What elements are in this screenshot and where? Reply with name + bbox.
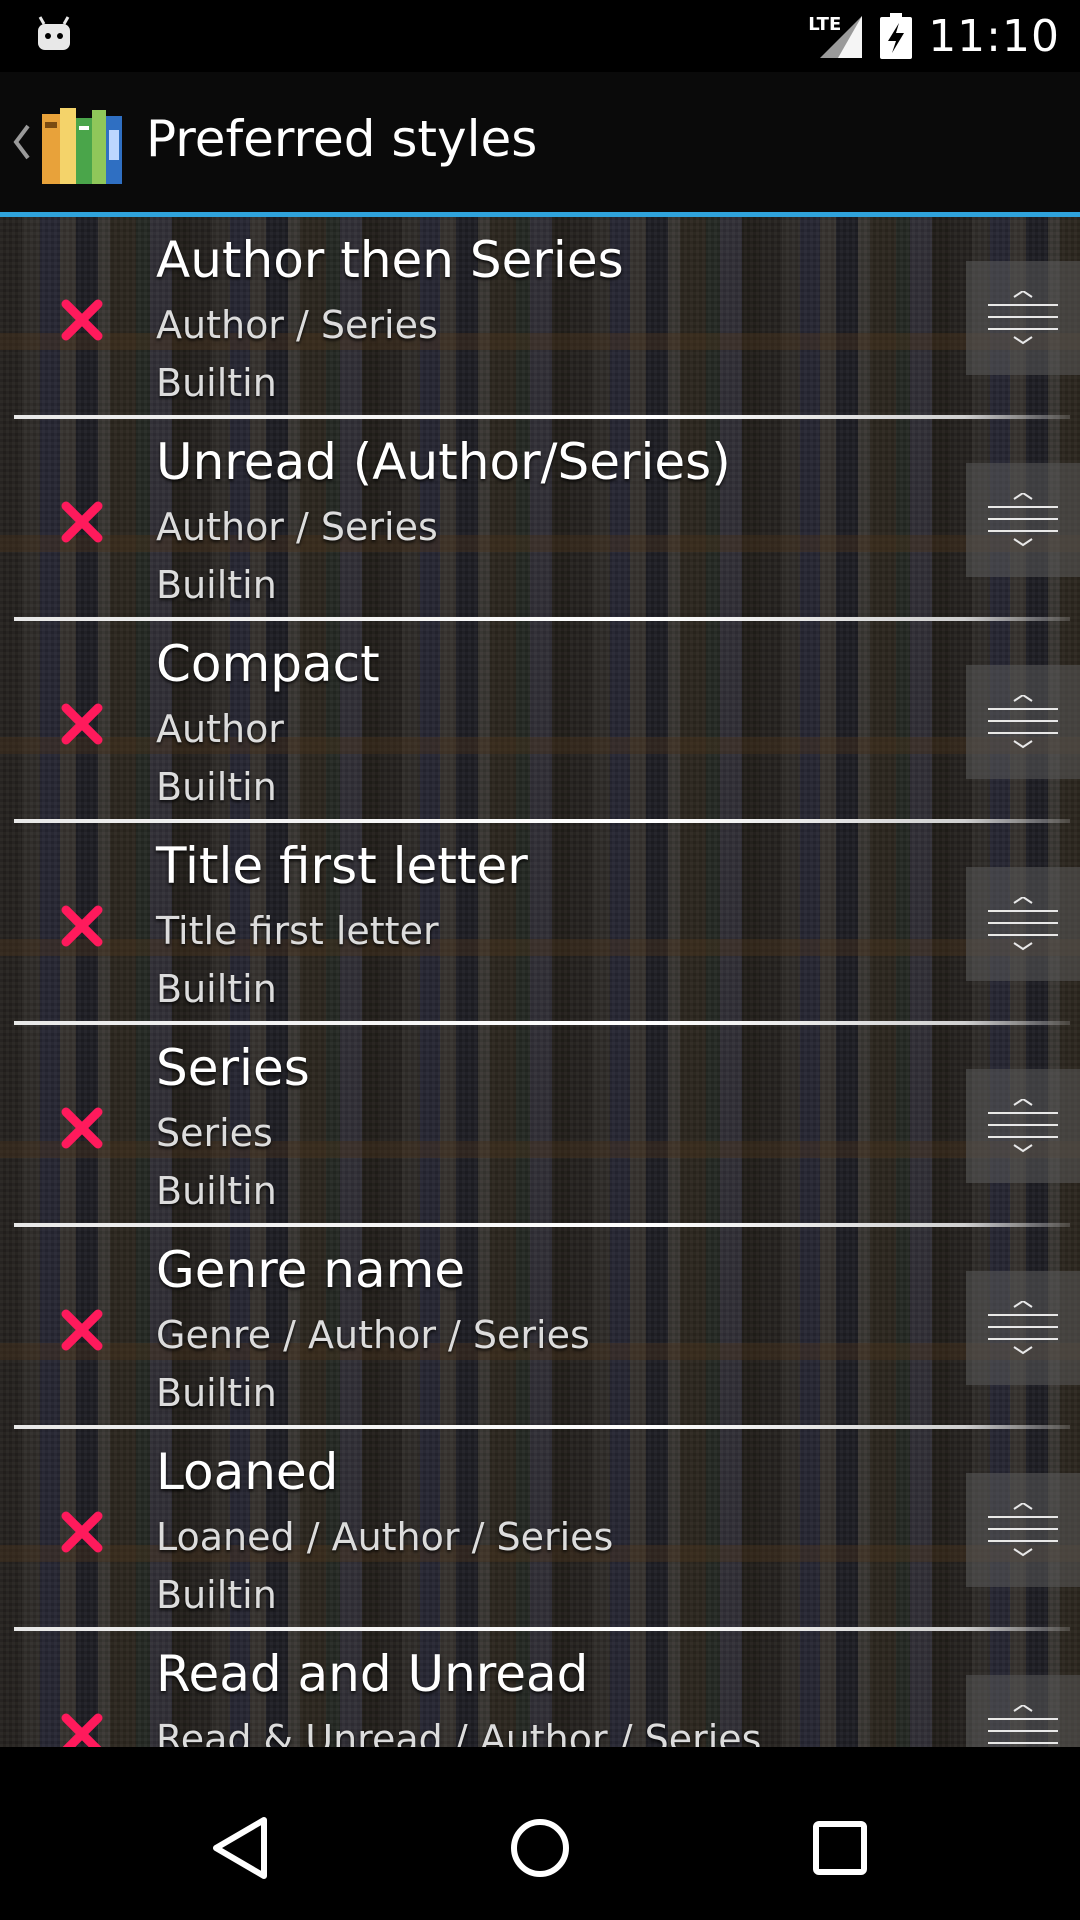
delete-x-icon[interactable] [58,498,106,546]
chevron-left-icon[interactable] [10,118,34,166]
style-row[interactable]: Title first letter Title first letter Bu… [0,823,1080,1025]
style-subtitle: Genre / Author / Series [156,1313,590,1357]
style-title: Title first letter [156,837,528,895]
screen-title: Preferred styles [146,110,538,168]
style-subtitle: Title first letter [156,909,439,953]
style-row[interactable]: Compact Author Builtin [0,621,1080,823]
status-bar: LTE 11:10 [0,0,1080,72]
style-row[interactable]: Loaned Loaned / Author / Series Builtin [0,1429,1080,1631]
style-row[interactable]: Genre name Genre / Author / Series Built… [0,1227,1080,1429]
style-subtitle: Series [156,1111,273,1155]
style-type: Builtin [156,361,277,405]
style-type: Builtin [156,765,277,809]
status-icons: LTE 11:10 [808,8,1060,64]
style-row[interactable]: Author then Series Author / Series Built… [0,217,1080,419]
style-title: Genre name [156,1241,466,1299]
battery-charging-icon [880,13,913,59]
style-title: Read and Unread [156,1645,589,1703]
books-icon[interactable] [40,100,126,186]
drag-handle-icon[interactable] [966,1473,1080,1587]
delete-x-icon[interactable] [58,1710,106,1747]
back-triangle-icon[interactable] [200,1808,280,1888]
lte-signal-icon: LTE [808,12,864,60]
drag-handle-icon[interactable] [966,867,1080,981]
style-title: Author then Series [156,231,624,289]
style-row[interactable]: Series Series Builtin [0,1025,1080,1227]
android-robot-icon [38,16,70,50]
delete-x-icon[interactable] [58,1306,106,1354]
drag-handle-icon[interactable] [966,1271,1080,1385]
style-subtitle: Author [156,707,284,751]
style-row[interactable]: Unread (Author/Series) Author / Series B… [0,419,1080,621]
style-type: Builtin [156,1573,277,1617]
style-subtitle: Read & Unread / Author / Series [156,1717,762,1747]
recents-square-icon[interactable] [800,1808,880,1888]
delete-x-icon[interactable] [58,700,106,748]
drag-handle-icon[interactable] [966,1675,1080,1747]
style-row[interactable]: Read and Unread Read & Unread / Author /… [0,1631,1080,1747]
drag-handle-icon[interactable] [966,1069,1080,1183]
styles-list[interactable]: Author then Series Author / Series Built… [0,217,1080,1747]
style-subtitle: Loaned / Author / Series [156,1515,614,1559]
lte-label: LTE [808,14,842,35]
style-type: Builtin [156,1371,277,1415]
clock: 11:10 [928,10,1060,62]
drag-handle-icon[interactable] [966,261,1080,375]
drag-handle-icon[interactable] [966,665,1080,779]
delete-x-icon[interactable] [58,1104,106,1152]
style-type: Builtin [156,1169,277,1213]
drag-handle-icon[interactable] [966,463,1080,577]
style-title: Compact [156,635,380,693]
style-subtitle: Author / Series [156,303,438,347]
delete-x-icon[interactable] [58,1508,106,1556]
delete-x-icon[interactable] [58,902,106,950]
style-title: Unread (Author/Series) [156,433,731,491]
home-circle-icon[interactable] [500,1808,580,1888]
style-title: Series [156,1039,310,1097]
style-subtitle: Author / Series [156,505,438,549]
style-type: Builtin [156,967,277,1011]
delete-x-icon[interactable] [58,296,106,344]
navigation-bar [0,1776,1080,1920]
style-type: Builtin [156,563,277,607]
action-bar: Preferred styles [0,72,1080,217]
style-title: Loaned [156,1443,339,1501]
